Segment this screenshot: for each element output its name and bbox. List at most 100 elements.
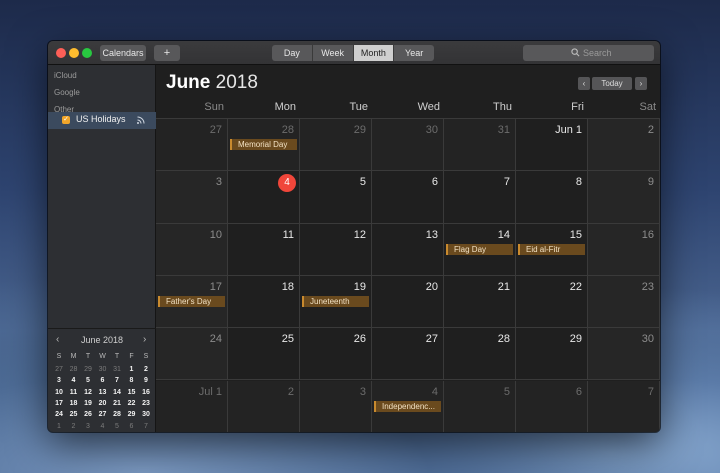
add-event-button[interactable]: + [154,45,180,61]
mini-day[interactable]: 29 [126,410,138,420]
day-cell[interactable]: 3 [156,171,228,224]
mini-day[interactable]: 29 [82,365,94,375]
mini-day[interactable]: 19 [82,399,94,409]
day-cell[interactable]: 4 [228,171,300,224]
day-cell[interactable]: 6 [516,380,588,432]
day-cell[interactable]: 16 [588,223,660,276]
day-cell[interactable]: 24 [156,328,228,381]
mini-day[interactable]: 2 [68,422,80,432]
day-cell[interactable]: Jul 1 [156,380,228,432]
day-cell[interactable]: 20 [372,275,444,329]
view-month-button[interactable]: Month [353,45,395,61]
view-day-button[interactable]: Day [272,45,313,61]
day-cell[interactable]: 2 [588,119,660,172]
day-cell[interactable]: 21 [444,275,516,329]
day-cell[interactable]: 9 [588,171,660,224]
mini-day[interactable]: 30 [97,365,109,375]
sidebar-item-us-holidays[interactable]: ✓ US Holidays [48,112,156,129]
day-cell[interactable]: 30 [372,119,444,172]
event-chip[interactable]: Father's Day [158,295,225,307]
mini-day[interactable]: 1 [53,422,65,432]
minimize-window-button[interactable] [69,48,79,58]
day-cell[interactable]: 26 [300,328,372,381]
sidebar-section-icloud[interactable]: iCloud [54,71,77,80]
mini-day[interactable]: 3 [82,422,94,432]
mini-day[interactable]: 7 [111,376,123,386]
mini-day[interactable]: 14 [111,388,123,398]
mini-day[interactable]: 13 [97,388,109,398]
day-cell[interactable]: 22 [516,275,588,329]
mini-day[interactable]: 8 [126,376,138,386]
day-cell[interactable]: 23 [588,275,660,329]
mini-day[interactable]: 5 [82,376,94,386]
mini-day[interactable]: 17 [53,399,65,409]
mini-day[interactable]: 2 [140,365,152,375]
mini-day[interactable]: 24 [53,410,65,420]
mini-day[interactable]: 28 [68,365,80,375]
mini-day[interactable]: 15 [126,388,138,398]
search-input[interactable]: Search [523,45,654,61]
mini-day[interactable]: 12 [82,388,94,398]
day-cell[interactable]: 7 [444,171,516,224]
view-week-button[interactable]: Week [313,45,354,61]
mini-next-month-button[interactable]: › [143,334,146,345]
mini-day[interactable]: 4 [97,422,109,432]
next-month-button[interactable]: › [635,77,647,90]
prev-month-button[interactable]: ‹ [578,77,590,90]
day-cell[interactable]: 18 [228,275,300,329]
day-cell[interactable]: 6 [372,171,444,224]
day-cell[interactable]: 30 [588,328,660,381]
day-cell[interactable]: 13 [372,223,444,276]
day-cell[interactable]: 27 [372,328,444,381]
day-cell[interactable]: 25 [228,328,300,381]
day-cell[interactable]: 29 [300,119,372,172]
day-cell[interactable]: 5 [300,171,372,224]
mini-day[interactable]: 22 [126,399,138,409]
mini-day[interactable]: 4 [68,376,80,387]
mini-day[interactable]: 27 [97,410,109,420]
day-cell[interactable]: 2 [228,380,300,432]
day-cell[interactable]: 27 [156,119,228,172]
close-window-button[interactable] [56,48,66,58]
day-cell[interactable]: 7 [588,380,660,432]
day-cell[interactable]: Jun 1 [516,119,588,172]
checkbox-icon[interactable]: ✓ [62,116,70,124]
mini-day[interactable]: 28 [111,410,123,420]
day-cell[interactable]: 11 [228,223,300,276]
day-cell[interactable]: 10 [156,223,228,276]
day-cell[interactable]: 31 [444,119,516,172]
mini-day[interactable]: 23 [140,399,152,409]
mini-day[interactable]: 1 [126,365,138,375]
mini-day[interactable]: 18 [68,399,80,409]
day-cell[interactable]: 4 Independenc... [372,380,444,432]
mini-day[interactable]: 5 [111,422,123,432]
mini-day[interactable]: 10 [53,388,65,398]
day-cell[interactable]: 15 Eid al-Fitr [516,223,588,276]
mini-day[interactable]: 26 [82,410,94,420]
event-chip[interactable]: Flag Day [446,243,513,255]
mini-day[interactable]: 3 [53,376,65,386]
mini-day[interactable]: 16 [140,388,152,398]
day-cell[interactable]: 12 [300,223,372,276]
mini-day[interactable]: 6 [126,422,138,432]
sidebar-section-google[interactable]: Google [54,88,80,97]
day-cell[interactable]: 8 [516,171,588,224]
mini-day[interactable]: 31 [111,365,123,375]
mini-day[interactable]: 30 [140,410,152,420]
event-chip[interactable]: Independenc... [374,400,441,412]
mini-day[interactable]: 7 [140,422,152,432]
view-year-button[interactable]: Year [394,45,434,61]
zoom-window-button[interactable] [82,48,92,58]
day-cell[interactable]: 5 [444,380,516,432]
day-cell[interactable]: 14 Flag Day [444,223,516,276]
mini-day[interactable]: 9 [140,376,152,386]
calendars-button[interactable]: Calendars [100,45,146,61]
event-chip[interactable]: Eid al-Fitr [518,243,585,255]
event-chip[interactable]: Memorial Day [230,139,297,150]
mini-day[interactable]: 27 [53,365,65,375]
today-button[interactable]: Today [592,77,632,90]
day-cell[interactable]: 29 [516,328,588,381]
mini-day[interactable]: 21 [111,399,123,409]
day-cell[interactable]: 19 Juneteenth [300,275,372,329]
day-cell[interactable]: 17 Father's Day [156,275,228,329]
